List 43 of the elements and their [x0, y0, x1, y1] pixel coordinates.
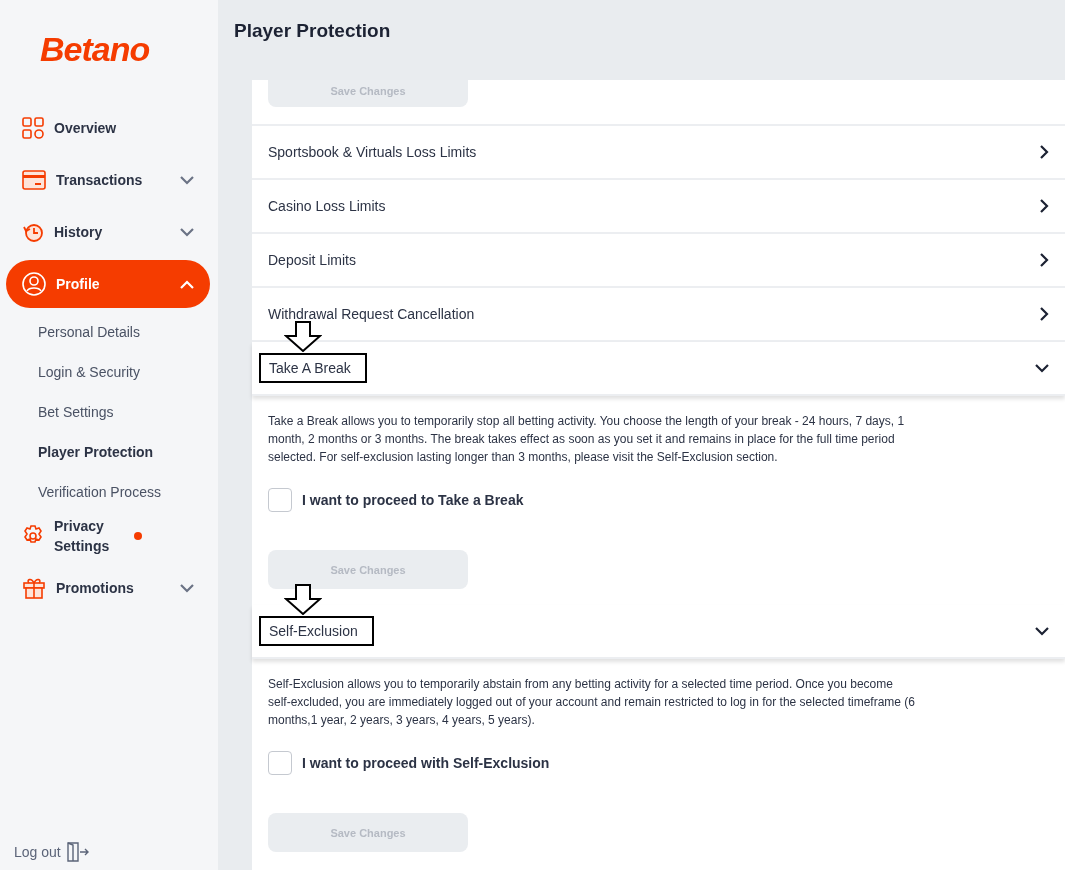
chevron-icon	[1035, 363, 1049, 373]
chevron-icon	[180, 227, 194, 237]
accordion-row[interactable]: Casino Loss Limits	[252, 180, 1065, 234]
checkbox[interactable]	[268, 488, 292, 512]
page-title: Player Protection	[233, 19, 392, 43]
description-text: Self-Exclusion allows you to temporarily abstain from any betting activity for a selected time period. Once you become self-excluded, you are immediately logged out of your account and remain restricted to log in for the selected timeframe (6 months,1 year, 2 years, 3 years, 4 years, 5 years).	[268, 676, 916, 729]
credit-card-icon	[22, 170, 46, 190]
chevron-icon	[1035, 626, 1049, 636]
chevron-icon	[1040, 145, 1049, 159]
nav-subitem[interactable]: Bet Settings	[0, 392, 218, 432]
chevron-icon	[1040, 307, 1049, 321]
chevron-icon	[1040, 253, 1049, 267]
nav-subitem[interactable]: Personal Details	[0, 312, 218, 352]
grid-icon	[22, 117, 44, 139]
description-text: Take a Break allows you to temporarily stop all betting activity. You choose the length of your break - 24 hours, 7 days, 1 month, 2 months or 3 months. The break takes effect as soon as you set it and remains in place for the full time period selected. For self-exclusion lasting longer than 3 months, please visit the Self-Exclusion section.	[268, 413, 906, 466]
nav-item[interactable]: Overview	[6, 104, 210, 152]
nav-item[interactable]: Promotions	[6, 564, 210, 612]
logo[interactable]: Betano	[40, 30, 218, 70]
user-icon	[22, 272, 46, 296]
checkbox[interactable]	[268, 751, 292, 775]
nav-item[interactable]: History	[6, 208, 210, 256]
checkbox-label: I want to proceed with Self-Exclusion	[302, 755, 550, 771]
highlight-box: Take A Break	[259, 353, 367, 383]
nav-subitem[interactable]: Login & Security	[0, 352, 218, 392]
chevron-icon	[180, 175, 194, 185]
accordion-row[interactable]: Deposit Limits	[252, 234, 1065, 288]
nav-item[interactable]: Privacy Settings	[6, 512, 210, 560]
gift-icon	[22, 576, 46, 600]
chevron-icon	[180, 583, 194, 593]
accordion-row[interactable]: Take A Break	[252, 342, 1065, 396]
accordion-row[interactable]: Self-Exclusion	[252, 605, 1065, 659]
highlight-box: Self-Exclusion	[259, 616, 374, 646]
nav-subitem[interactable]: Verification Process	[0, 472, 218, 512]
nav-item[interactable]: Profile	[6, 260, 210, 308]
nav-subitem[interactable]: Player Protection	[0, 432, 218, 472]
chevron-icon	[180, 279, 194, 289]
accordion-row[interactable]: Sportsbook & Virtuals Loss Limits	[252, 126, 1065, 180]
logout-icon	[66, 842, 89, 862]
history-icon	[22, 221, 44, 243]
nav-item[interactable]: Transactions	[6, 156, 210, 204]
logout-link[interactable]: Log out	[14, 840, 218, 864]
chevron-icon	[1040, 199, 1049, 213]
checkbox-label: I want to proceed to Take a Break	[302, 492, 524, 508]
